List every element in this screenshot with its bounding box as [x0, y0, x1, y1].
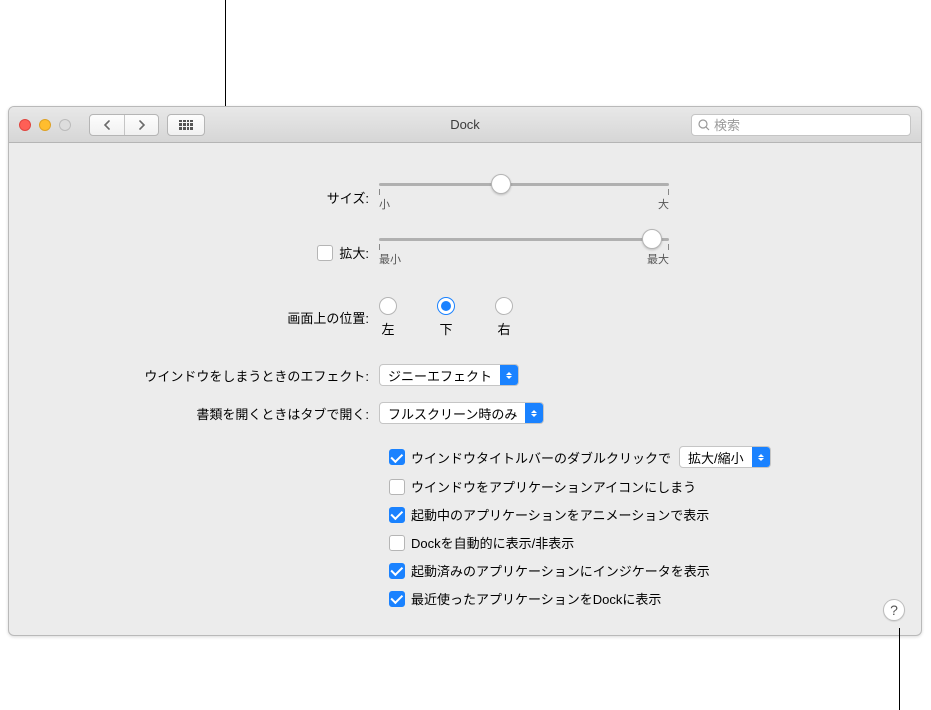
size-slider[interactable]: 小 大	[379, 183, 669, 212]
size-slider-knob[interactable]	[491, 174, 511, 194]
select-arrows-icon	[525, 403, 543, 423]
search-field[interactable]: 検索	[691, 114, 911, 136]
back-button[interactable]	[90, 115, 124, 135]
options-column: ウインドウタイトルバーのダブルクリックで 拡大/縮小 ウインドウをアプリケーショ…	[389, 446, 891, 608]
min-to-app-label: ウインドウをアプリケーションアイコンにしまう	[411, 477, 696, 496]
traffic-lights	[19, 119, 71, 131]
autohide-checkbox[interactable]	[389, 535, 405, 551]
content: サイズ: 小 大 拡大: 最小	[9, 143, 921, 636]
search-placeholder: 検索	[714, 115, 740, 134]
tabs-value: フルスクリーン時のみ	[388, 404, 517, 423]
forward-button[interactable]	[124, 115, 158, 135]
window-minimize-button[interactable]	[39, 119, 51, 131]
chevron-right-icon	[137, 120, 147, 130]
grid-icon	[179, 120, 193, 130]
magnify-min-label: 最小	[379, 251, 401, 267]
minimize-effect-row: ウインドウをしまうときのエフェクト: ジニーエフェクト	[39, 364, 891, 386]
nav-segment	[89, 114, 159, 136]
position-radio-1: 下	[437, 297, 455, 338]
position-radio-label-2: 右	[497, 319, 510, 338]
callout-line-top	[225, 0, 226, 106]
tabs-label: 書類を開くときはタブで開く:	[39, 404, 379, 423]
help-icon: ?	[890, 602, 898, 618]
autohide-label: Dockを自動的に表示/非表示	[411, 533, 574, 552]
chevron-left-icon	[102, 120, 112, 130]
autohide-row: Dockを自動的に表示/非表示	[389, 533, 891, 552]
indicators-checkbox[interactable]	[389, 563, 405, 579]
dbl-click-label: ウインドウタイトルバーのダブルクリックで	[411, 448, 671, 467]
indicators-label: 起動済みのアプリケーションにインジケータを表示	[411, 561, 710, 580]
callout-line-bottom	[899, 628, 900, 710]
titlebar: Dock 検索	[9, 107, 921, 143]
dbl-click-row: ウインドウタイトルバーのダブルクリックで 拡大/縮小	[389, 446, 891, 468]
position-radio-group: 左下右	[379, 297, 513, 338]
position-label: 画面上の位置:	[39, 308, 379, 327]
indicators-row: 起動済みのアプリケーションにインジケータを表示	[389, 561, 891, 580]
min-to-app-row: ウインドウをアプリケーションアイコンにしまう	[389, 477, 891, 496]
window-close-button[interactable]	[19, 119, 31, 131]
search-icon	[698, 119, 710, 131]
position-radio-0: 左	[379, 297, 397, 338]
size-row: サイズ: 小 大	[39, 183, 891, 212]
magnify-row: 拡大: 最小 最大	[39, 238, 891, 267]
position-row: 画面上の位置: 左 下 右	[39, 297, 891, 338]
magnify-checkbox[interactable]	[317, 245, 333, 261]
dbl-click-checkbox[interactable]	[389, 449, 405, 465]
magnify-max-label: 最大	[647, 251, 669, 267]
magnify-label: 拡大:	[339, 243, 369, 262]
magnify-slider-knob[interactable]	[642, 229, 662, 249]
position-radio-button-2[interactable]	[495, 297, 513, 315]
help-button[interactable]: ?	[883, 599, 905, 621]
min-to-app-checkbox[interactable]	[389, 479, 405, 495]
recent-checkbox[interactable]	[389, 591, 405, 607]
select-arrows-icon	[752, 447, 770, 467]
minimize-effect-label: ウインドウをしまうときのエフェクト:	[39, 366, 379, 385]
preferences-window: Dock 検索 サイズ: 小 大	[8, 106, 922, 636]
select-arrows-icon	[500, 365, 518, 385]
position-radio-2: 右	[495, 297, 513, 338]
animate-row: 起動中のアプリケーションをアニメーションで表示	[389, 505, 891, 524]
recent-row: 最近使ったアプリケーションをDockに表示	[389, 589, 891, 608]
tabs-row: 書類を開くときはタブで開く: フルスクリーン時のみ	[39, 402, 891, 424]
position-radio-button-1[interactable]	[437, 297, 455, 315]
animate-label: 起動中のアプリケーションをアニメーションで表示	[411, 505, 709, 524]
dbl-click-select-value: 拡大/縮小	[688, 448, 744, 467]
size-max-label: 大	[658, 196, 669, 212]
position-radio-label-0: 左	[381, 319, 394, 338]
animate-checkbox[interactable]	[389, 507, 405, 523]
position-radio-button-0[interactable]	[379, 297, 397, 315]
tabs-select[interactable]: フルスクリーン時のみ	[379, 402, 544, 424]
magnify-slider[interactable]: 最小 最大	[379, 238, 669, 267]
minimize-effect-value: ジニーエフェクト	[388, 366, 492, 385]
position-radio-label-1: 下	[439, 319, 452, 338]
show-all-button[interactable]	[167, 114, 205, 136]
dbl-click-select[interactable]: 拡大/縮小	[679, 446, 771, 468]
recent-label: 最近使ったアプリケーションをDockに表示	[411, 589, 661, 608]
size-label: サイズ:	[39, 188, 379, 207]
window-zoom-button[interactable]	[59, 119, 71, 131]
minimize-effect-select[interactable]: ジニーエフェクト	[379, 364, 519, 386]
size-min-label: 小	[379, 196, 390, 212]
